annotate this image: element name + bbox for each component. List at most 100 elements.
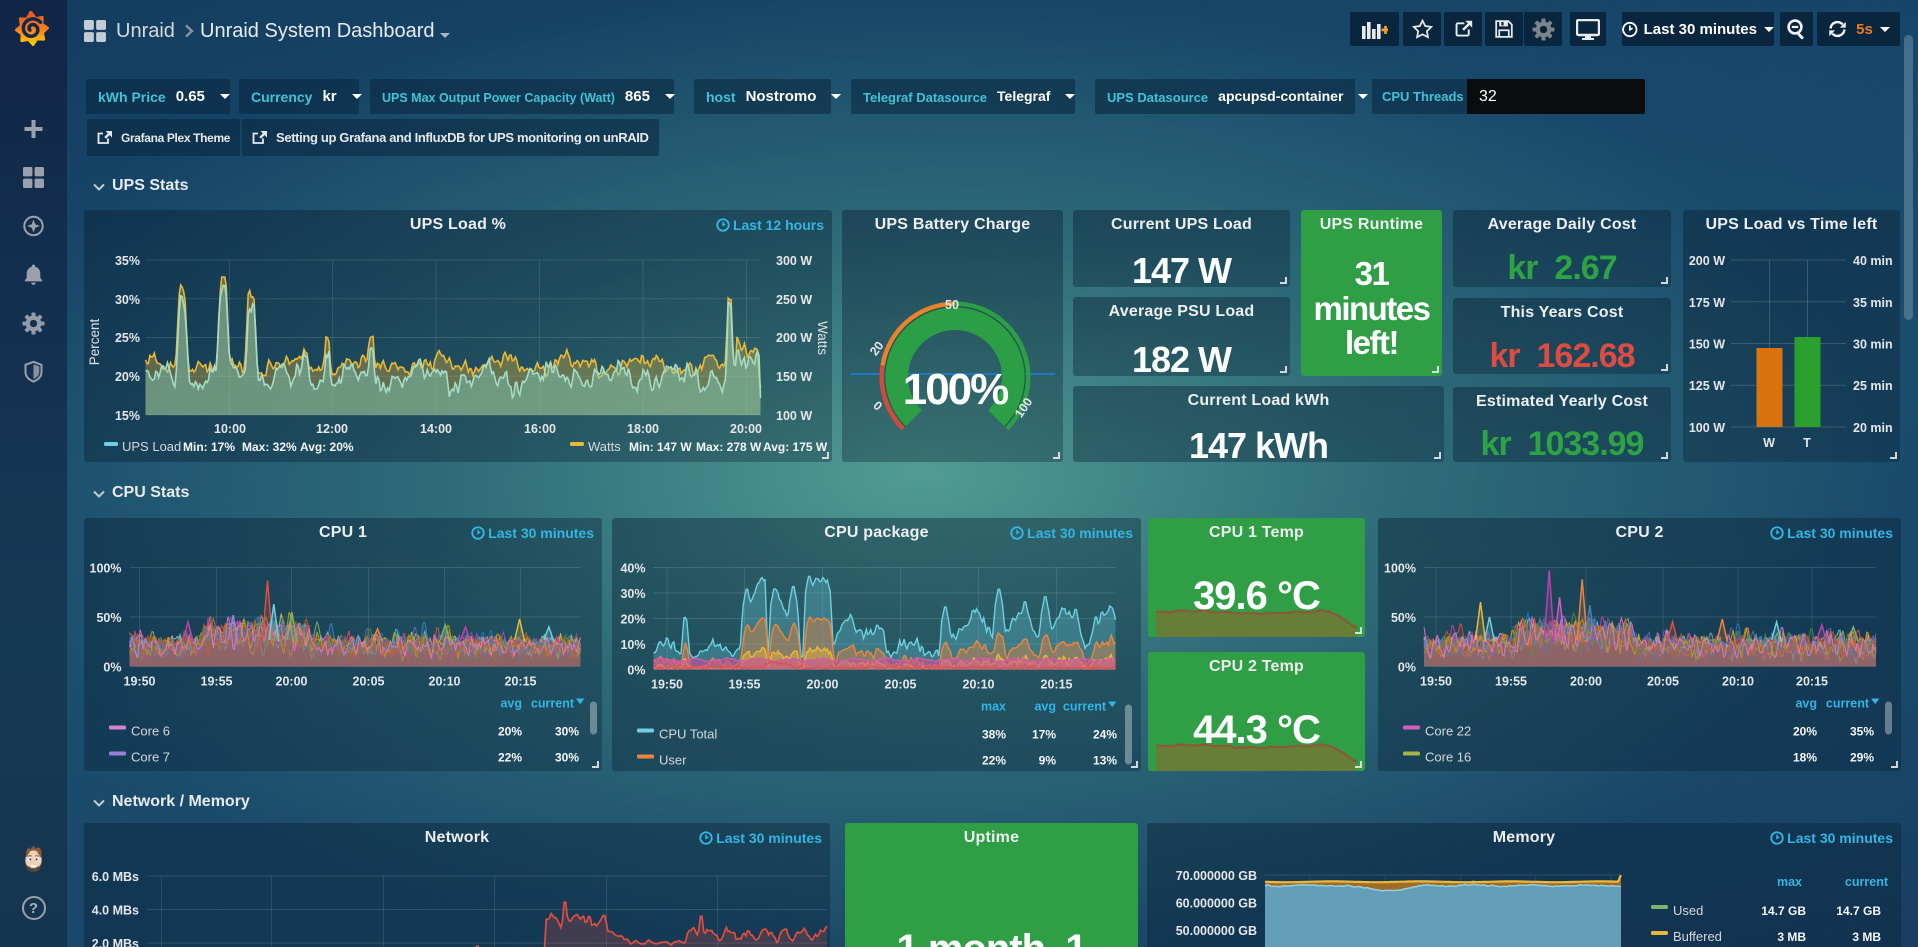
svg-text:20%: 20% [498, 725, 522, 739]
svg-text:Percent: Percent [87, 318, 102, 365]
svg-text:150 W: 150 W [776, 370, 812, 384]
svg-text:avg: avg [1795, 697, 1817, 711]
svg-text:30%: 30% [555, 751, 579, 765]
svg-text:Core 22: Core 22 [1425, 724, 1471, 739]
svg-text:100%: 100% [903, 365, 1008, 414]
svg-text:20%: 20% [620, 613, 645, 627]
svg-text:40 min: 40 min [1853, 254, 1893, 268]
svg-text:25 min: 25 min [1853, 379, 1893, 393]
svg-text:10:00: 10:00 [214, 422, 246, 436]
svg-text:20:05: 20:05 [1647, 675, 1679, 689]
svg-text:20:00: 20:00 [730, 422, 762, 436]
svg-text:Max: 278 W: Max: 278 W [696, 440, 762, 454]
svg-text:0: 0 [870, 398, 885, 413]
svg-text:0%: 0% [1398, 661, 1416, 675]
svg-text:250 W: 250 W [776, 293, 812, 307]
svg-text:current: current [531, 697, 575, 711]
svg-text:max: max [1777, 875, 1802, 889]
svg-text:14.7 GB: 14.7 GB [1836, 904, 1881, 918]
svg-text:19:50: 19:50 [651, 678, 683, 692]
svg-text:20:10: 20:10 [963, 678, 995, 692]
svg-text:20:05: 20:05 [885, 678, 917, 692]
svg-text:40%: 40% [620, 562, 645, 576]
svg-text:24%: 24% [1093, 728, 1117, 742]
svg-text:20:00: 20:00 [276, 675, 308, 689]
svg-text:300 W: 300 W [776, 254, 812, 268]
svg-text:16:00: 16:00 [524, 422, 556, 436]
svg-text:125 W: 125 W [1689, 379, 1725, 393]
svg-text:19:50: 19:50 [124, 675, 156, 689]
svg-text:50.000000 GB: 50.000000 GB [1176, 924, 1257, 938]
svg-text:18%: 18% [1793, 751, 1817, 765]
svg-text:max: max [981, 700, 1006, 714]
svg-text:17%: 17% [1032, 728, 1056, 742]
svg-text:Watts: Watts [815, 321, 830, 355]
svg-text:10%: 10% [620, 638, 645, 652]
svg-text:current: current [1845, 875, 1889, 889]
svg-text:Buffered: Buffered [1673, 929, 1722, 944]
svg-text:User: User [659, 753, 687, 768]
svg-text:13%: 13% [1093, 754, 1117, 768]
svg-text:18:00: 18:00 [627, 422, 659, 436]
svg-text:22%: 22% [982, 754, 1006, 768]
svg-text:CPU Total: CPU Total [659, 727, 717, 742]
svg-text:14.7 GB: 14.7 GB [1761, 904, 1806, 918]
svg-text:20:15: 20:15 [1041, 678, 1073, 692]
svg-text:Core 16: Core 16 [1425, 750, 1471, 765]
svg-text:Used: Used [1673, 903, 1703, 918]
svg-text:0%: 0% [103, 661, 121, 675]
svg-text:20:00: 20:00 [1570, 675, 1602, 689]
svg-text:70.000000 GB: 70.000000 GB [1176, 869, 1257, 883]
svg-text:9%: 9% [1039, 754, 1057, 768]
svg-text:Watts: Watts [588, 439, 621, 454]
svg-text:35 min: 35 min [1853, 296, 1893, 310]
svg-text:19:55: 19:55 [1495, 675, 1527, 689]
svg-text:current: current [1063, 700, 1107, 714]
svg-text:current: current [1826, 697, 1870, 711]
svg-text:20:00: 20:00 [807, 678, 839, 692]
svg-text:29%: 29% [1850, 751, 1874, 765]
svg-text:Core 6: Core 6 [131, 724, 170, 739]
svg-text:12:00: 12:00 [316, 422, 348, 436]
svg-text:2.0 MBs: 2.0 MBs [92, 937, 139, 947]
svg-text:30%: 30% [115, 293, 140, 307]
svg-text:150 W: 150 W [1689, 338, 1725, 352]
svg-text:100 W: 100 W [776, 409, 812, 423]
svg-text:38%: 38% [982, 728, 1006, 742]
svg-text:Core 7: Core 7 [131, 750, 170, 765]
svg-text:20:05: 20:05 [353, 675, 385, 689]
svg-text:20:10: 20:10 [1722, 675, 1754, 689]
svg-text:Avg: 20%: Avg: 20% [300, 440, 354, 454]
svg-text:35%: 35% [115, 254, 140, 268]
svg-text:4.0 MBs: 4.0 MBs [92, 904, 139, 918]
svg-text:50: 50 [945, 298, 959, 312]
svg-text:200 W: 200 W [776, 331, 812, 345]
svg-text:100%: 100% [90, 562, 122, 576]
svg-text:20:15: 20:15 [1796, 675, 1828, 689]
svg-text:22%: 22% [498, 751, 522, 765]
svg-text:W: W [1763, 436, 1775, 450]
svg-text:60.000000 GB: 60.000000 GB [1176, 897, 1257, 911]
svg-text:15%: 15% [115, 409, 140, 423]
svg-text:20:15: 20:15 [505, 675, 537, 689]
svg-text:19:50: 19:50 [1420, 675, 1452, 689]
svg-text:Min: 17%: Min: 17% [183, 440, 235, 454]
svg-text:100%: 100% [1384, 562, 1416, 576]
svg-text:0%: 0% [627, 664, 645, 678]
svg-text:30%: 30% [620, 587, 645, 601]
svg-text:20%: 20% [115, 370, 140, 384]
svg-text:30%: 30% [555, 725, 579, 739]
svg-text:20:10: 20:10 [429, 675, 461, 689]
svg-text:100 W: 100 W [1689, 421, 1725, 435]
svg-text:50%: 50% [96, 611, 121, 625]
svg-text:200 W: 200 W [1689, 254, 1725, 268]
svg-text:3 MB: 3 MB [1852, 930, 1881, 944]
svg-text:Max: 32%: Max: 32% [242, 440, 297, 454]
svg-text:T: T [1803, 436, 1811, 450]
svg-text:6.0 MBs: 6.0 MBs [92, 870, 139, 884]
svg-text:30 min: 30 min [1853, 338, 1893, 352]
svg-text:20 min: 20 min [1853, 421, 1893, 435]
svg-text:3 MB: 3 MB [1777, 930, 1806, 944]
svg-text:19:55: 19:55 [729, 678, 761, 692]
svg-text:20%: 20% [1793, 725, 1817, 739]
